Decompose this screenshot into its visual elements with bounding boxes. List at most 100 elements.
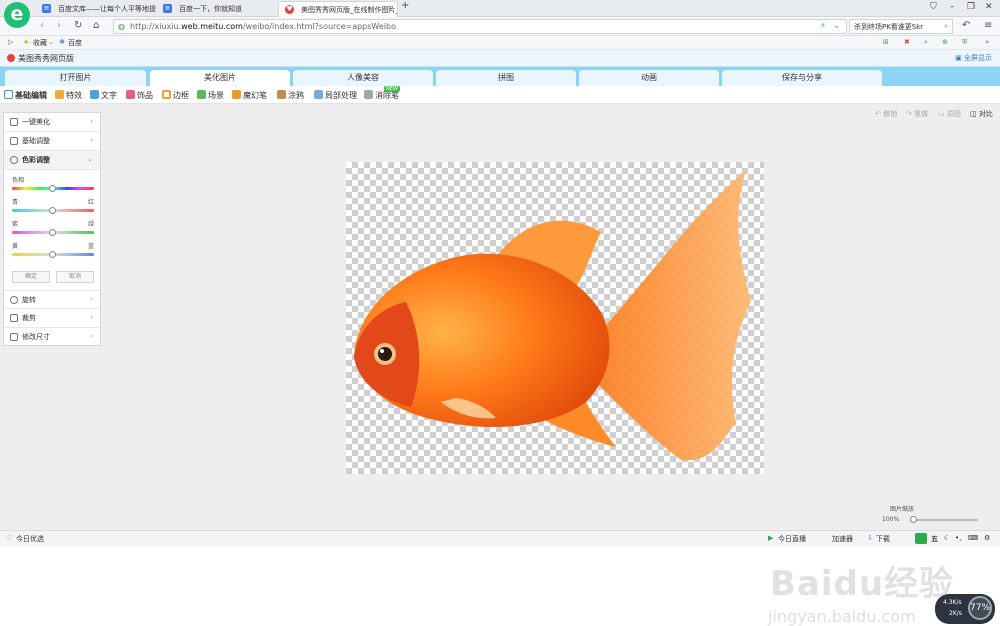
- panel-row-color-adjust[interactable]: 色彩调整 ⌄: [4, 151, 100, 170]
- tab-portrait[interactable]: 人像美容: [293, 70, 433, 86]
- game-icon[interactable]: ⊕: [942, 38, 948, 46]
- slider-knob[interactable]: [49, 207, 56, 214]
- tab-beautify[interactable]: 美化图片: [150, 70, 290, 86]
- original-button[interactable]: ▭ 原图: [938, 109, 961, 119]
- undo-button[interactable]: ↶ 撤销: [875, 109, 897, 119]
- close-tab-icon[interactable]: ×: [387, 4, 393, 12]
- tool-label: 消除笔: [375, 91, 399, 100]
- browser-tab-bar: ≡ 百度文库——让每个人平等地提 ≡ 百度一下，你就知道 ♥ 美图秀秀网页版_在…: [0, 0, 1000, 17]
- sidebar-toggle-icon[interactable]: ▷: [8, 38, 13, 46]
- search-icon[interactable]: ⌕: [944, 22, 948, 31]
- brush-icon: [277, 90, 286, 99]
- forward-icon[interactable]: ›: [57, 20, 61, 31]
- magenta-green-slider[interactable]: [12, 229, 94, 236]
- lightning-icon[interactable]: ⚡: [820, 21, 826, 30]
- chevron-right-icon: ›: [90, 136, 93, 144]
- search-input[interactable]: 杀到终场PK看谁更Skr ⌕: [849, 19, 953, 34]
- status-accelerator[interactable]: 加速器: [832, 534, 853, 544]
- moon-icon[interactable]: ☾: [944, 534, 950, 542]
- tool-scene[interactable]: 场景: [197, 90, 224, 101]
- tool-doodle[interactable]: 涂鸦: [277, 90, 304, 101]
- refresh-icon[interactable]: ↻: [74, 20, 82, 31]
- panel-row-resize[interactable]: 修改尺寸 ›: [4, 328, 100, 347]
- tab-open-image[interactable]: 打开图片: [5, 70, 146, 86]
- url-input[interactable]: ◍ http://xiuxiu.web.meitu.com/weibo/inde…: [113, 19, 847, 34]
- settings-icon[interactable]: ⚙: [984, 534, 990, 542]
- undo-icon[interactable]: ↶: [962, 20, 970, 31]
- slider-label-left: 青: [12, 199, 19, 206]
- tool-basic-edit[interactable]: 基础编辑: [4, 90, 47, 101]
- back-icon[interactable]: ‹: [40, 20, 44, 31]
- new-badge: NEW: [384, 86, 400, 92]
- menu-icon[interactable]: ≡: [984, 20, 992, 31]
- slider-knob[interactable]: [49, 229, 56, 236]
- keyboard-icon[interactable]: ⌨: [968, 534, 978, 542]
- eraser-icon: [364, 90, 373, 99]
- search-extension-icon[interactable]: ⌕: [924, 38, 928, 47]
- chevron-down-icon[interactable]: ⌄: [833, 21, 840, 30]
- tab-label: 美化图片: [204, 73, 236, 82]
- shirt-icon[interactable]: ⛉: [930, 2, 937, 12]
- more-icon[interactable]: »: [985, 38, 989, 46]
- tool-border[interactable]: 边框: [162, 90, 189, 101]
- status-daily-pick[interactable]: 今日优选: [16, 534, 44, 544]
- fav-item-baidu[interactable]: 百度: [68, 38, 82, 48]
- fav-item-collect[interactable]: 收藏: [33, 38, 47, 48]
- redo-button[interactable]: ↷ 重做: [906, 109, 928, 119]
- ime-wubi-icon[interactable]: 五: [931, 534, 938, 544]
- row-label: 色彩调整: [22, 156, 50, 164]
- network-speed-widget[interactable]: 4.3K/s 2K/s 77%: [935, 594, 995, 624]
- confirm-button[interactable]: 确定: [12, 271, 50, 283]
- browser-tab[interactable]: ≡ 百度一下，你就知道: [157, 1, 277, 17]
- close-window-icon[interactable]: ✕: [985, 2, 993, 12]
- chevron-down-icon[interactable]: ⌄: [48, 38, 54, 46]
- slider-knob[interactable]: [49, 185, 56, 192]
- fullscreen-button[interactable]: ▣ 全屏显示: [955, 53, 992, 63]
- extension-icon[interactable]: ⊞: [883, 38, 889, 46]
- status-download[interactable]: 下载: [876, 534, 890, 544]
- slider-knob[interactable]: [910, 516, 917, 523]
- slider-knob[interactable]: [49, 251, 56, 258]
- panel-row-one-click[interactable]: 一键美化 ›: [4, 113, 100, 132]
- yellow-blue-slider[interactable]: [12, 251, 94, 258]
- tool-magic-pen[interactable]: 魔幻笔: [232, 90, 267, 101]
- baidu-watermark-url: jingyan.baidu.com: [768, 607, 916, 626]
- status-live[interactable]: 今日直播: [778, 534, 806, 544]
- panel-row-basic-adjust[interactable]: 基础调整 ›: [4, 132, 100, 151]
- tool-text[interactable]: 文字: [90, 90, 117, 101]
- restore-icon[interactable]: ❐: [967, 2, 975, 12]
- frame-icon: [162, 90, 171, 99]
- minimize-icon[interactable]: –: [950, 2, 955, 12]
- new-tab-button[interactable]: +: [401, 0, 409, 11]
- cancel-button[interactable]: 取消: [56, 271, 94, 283]
- chevron-right-icon: ›: [90, 313, 93, 321]
- image-canvas[interactable]: [346, 162, 764, 474]
- tab-animation[interactable]: 动画: [579, 70, 719, 86]
- zoom-panel: 图片缩放 100%: [882, 504, 992, 526]
- upload-speed: 4.3K/s: [943, 599, 962, 606]
- compare-button[interactable]: ◫ 对比: [970, 109, 993, 119]
- tab-save-share[interactable]: 保存与分享: [722, 70, 882, 86]
- tool-decor[interactable]: 饰品: [126, 90, 153, 101]
- home-icon[interactable]: ⌂: [93, 20, 99, 31]
- tab-collage[interactable]: 拼图: [436, 70, 576, 86]
- tool-label: 边框: [173, 91, 189, 100]
- browser-logo-icon[interactable]: e: [4, 2, 30, 28]
- magic-pen-icon: [232, 90, 241, 99]
- slider-label-left: 紫: [12, 221, 19, 228]
- panel-row-rotate[interactable]: 旋转 ›: [4, 290, 100, 309]
- ime-icon[interactable]: [915, 533, 927, 544]
- cyan-red-slider[interactable]: [12, 207, 94, 214]
- browser-tab-active[interactable]: ♥ 美图秀秀网页版_在线制作图片_ ×: [278, 1, 398, 17]
- tool-effects[interactable]: 特效: [55, 90, 82, 101]
- punctuation-icon[interactable]: •,: [955, 534, 961, 542]
- panel-row-crop[interactable]: 裁剪 ›: [4, 309, 100, 328]
- shield-icon[interactable]: ⛨: [962, 38, 967, 47]
- browser-tab[interactable]: ≡ 百度文库——让每个人平等地提: [36, 1, 156, 17]
- goldfish-image: [354, 170, 751, 461]
- tool-local[interactable]: 局部处理: [314, 90, 357, 101]
- hue-slider[interactable]: [12, 185, 94, 192]
- tab-label: 拼图: [498, 73, 514, 82]
- zoom-slider[interactable]: [910, 516, 978, 523]
- extension-icon[interactable]: ✖: [904, 38, 910, 46]
